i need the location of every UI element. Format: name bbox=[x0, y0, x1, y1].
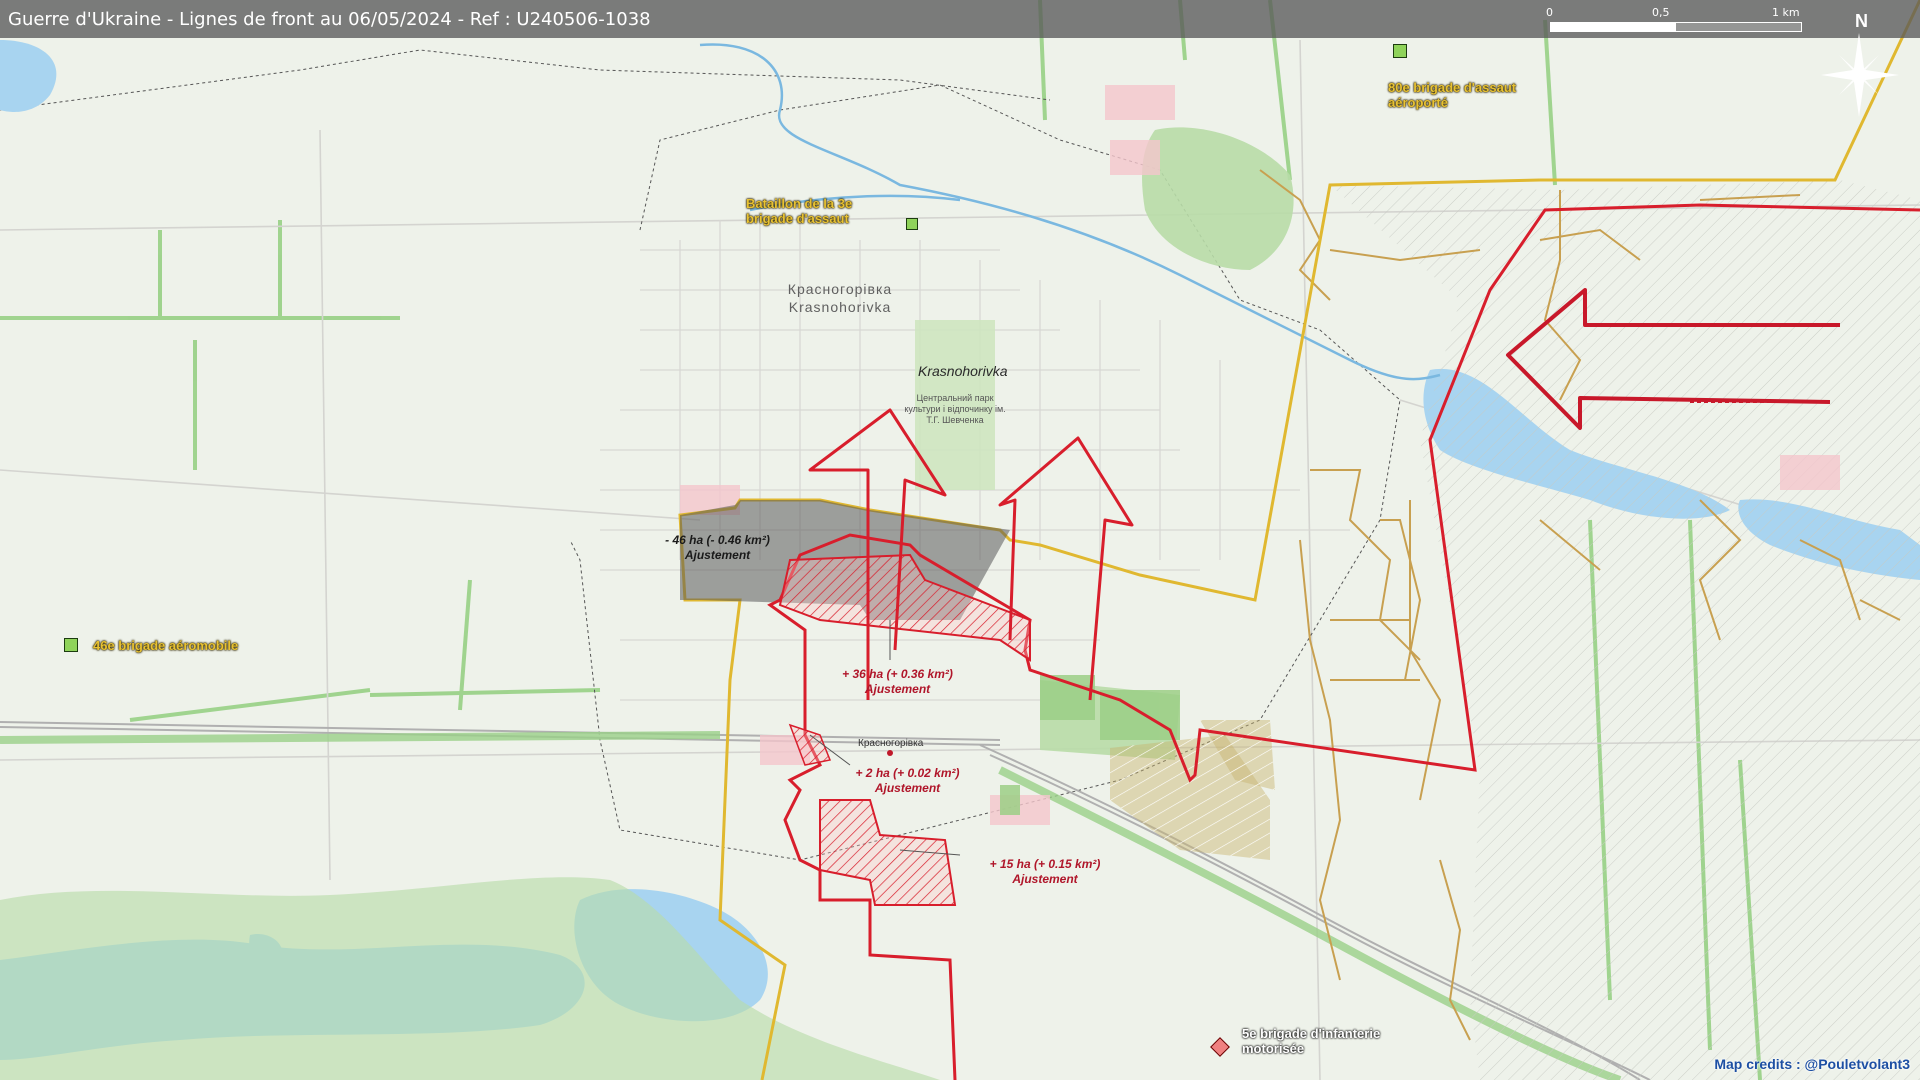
scale-label-half: 0,5 bbox=[1652, 6, 1670, 19]
annotation-plus-2: + 2 ha (+ 0.02 km²) Ajustement bbox=[845, 766, 970, 796]
park-title: Krasnohorivka bbox=[918, 363, 1008, 379]
annotation-plus-36-value: + 36 ha (+ 0.36 km²) bbox=[842, 667, 953, 681]
compass-north-label: N bbox=[1855, 11, 1868, 31]
annotation-plus-36: + 36 ha (+ 0.36 km²) Ajustement bbox=[825, 667, 970, 697]
park-subtitle: Центральний парк культури і відпочинку і… bbox=[904, 393, 1006, 425]
station-marker bbox=[887, 750, 893, 756]
unit-46-label: 46e brigade aéromobile bbox=[93, 638, 239, 653]
annotation-plus-2-value: + 2 ha (+ 0.02 km²) bbox=[855, 766, 960, 780]
battalion-3-label: Bataillon de la 3e brigade d'assaut bbox=[746, 196, 853, 226]
unit-80-label: 80e brigade d'assaut aéroporté bbox=[1388, 80, 1517, 110]
annotation-minus-46-value: - 46 ha (- 0.46 km²) bbox=[665, 533, 770, 547]
annotation-plus-15-label: Ajustement bbox=[1012, 872, 1078, 886]
annotation-minus-46: - 46 ha (- 0.46 km²) Ajustement bbox=[650, 533, 785, 563]
annotation-plus-15-value: + 15 ha (+ 0.15 km²) bbox=[989, 857, 1101, 871]
annotation-plus-2-label: Ajustement bbox=[874, 781, 941, 795]
battalion-3-marker-icon[interactable] bbox=[906, 218, 918, 230]
city-name-latin: Krasnohorivka bbox=[788, 299, 892, 315]
city-name-label: Красногорівка Krasnohorivka bbox=[740, 280, 940, 316]
scale-bar bbox=[1550, 22, 1802, 32]
title-bar: Guerre d'Ukraine - Lignes de front au 06… bbox=[0, 0, 1920, 38]
unit-5-label: 5e brigade d'infanterie motorisée bbox=[1242, 1026, 1381, 1056]
annotation-plus-36-label: Ajustement bbox=[864, 682, 931, 696]
annotation-plus-15: + 15 ha (+ 0.15 km²) Ajustement bbox=[975, 857, 1115, 887]
annotation-minus-46-label: Ajustement bbox=[684, 548, 751, 562]
unit-80-marker-icon[interactable] bbox=[1393, 44, 1407, 58]
station-name: Красногорівка bbox=[858, 738, 924, 749]
map-canvas[interactable] bbox=[0, 0, 1920, 1080]
map-credits[interactable]: Map credits : @Pouletvolant3 bbox=[1714, 1056, 1910, 1072]
compass-rose-icon: N bbox=[1821, 11, 1899, 117]
city-name-cyrillic: Красногорівка bbox=[787, 281, 893, 297]
unit-46-marker-icon[interactable] bbox=[64, 638, 78, 652]
map-title: Guerre d'Ukraine - Lignes de front au 06… bbox=[8, 9, 651, 30]
scale-label-1km: 1 km bbox=[1772, 6, 1800, 19]
scale-label-0: 0 bbox=[1546, 6, 1553, 19]
